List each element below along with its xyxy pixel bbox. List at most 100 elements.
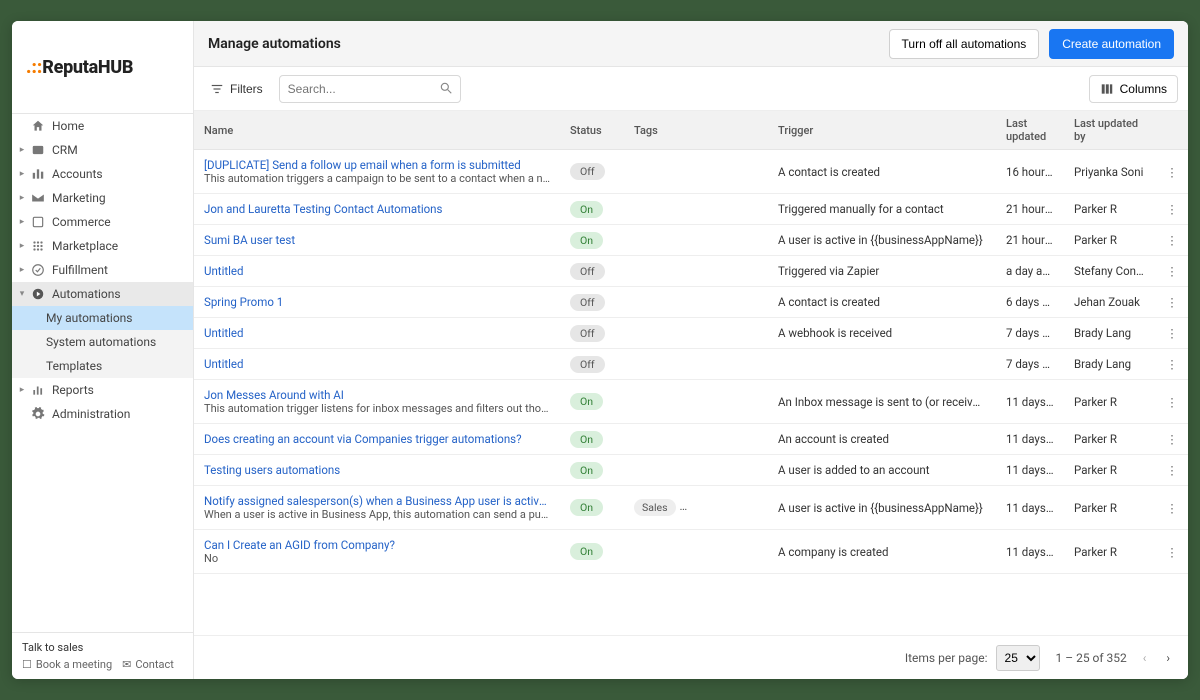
automation-description: No xyxy=(204,552,550,565)
filters-button[interactable]: Filters xyxy=(204,78,269,100)
crm-icon xyxy=(28,143,48,157)
automation-title-link[interactable]: Sumi BA user test xyxy=(204,233,550,247)
logo: .:: ReputaHUB xyxy=(12,21,193,113)
row-menu-button[interactable]: ⋮ xyxy=(1156,318,1188,349)
col-menu xyxy=(1156,111,1188,150)
logo-mark: .:: xyxy=(26,57,42,78)
sidebar-sub-templates[interactable]: Templates xyxy=(12,354,193,378)
automation-title-link[interactable]: Does creating an account via Companies t… xyxy=(204,432,550,446)
automation-title-link[interactable]: Untitled xyxy=(204,357,550,371)
row-menu-button[interactable]: ⋮ xyxy=(1156,424,1188,455)
automation-title-link[interactable]: Testing users automations xyxy=(204,463,550,477)
updated-by-cell: Parker R xyxy=(1064,424,1156,455)
row-menu-button[interactable]: ⋮ xyxy=(1156,256,1188,287)
status-pill: Off xyxy=(570,263,605,280)
status-pill: Off xyxy=(570,325,605,342)
updated-by-cell: Parker R xyxy=(1064,455,1156,486)
next-page-button[interactable]: › xyxy=(1162,647,1174,669)
automation-title-link[interactable]: Spring Promo 1 xyxy=(204,295,550,309)
tags-cell xyxy=(624,150,768,194)
sidebar-item-accounts[interactable]: ▸ Accounts xyxy=(12,162,193,186)
accounts-icon xyxy=(28,167,48,181)
trigger-cell: A user is active in {{businessAppName}} xyxy=(768,486,996,530)
book-meeting-link[interactable]: ☐ Book a meeting xyxy=(22,658,112,671)
sidebar-nav: Home ▸ CRM ▸ Accounts ▸ Marketing xyxy=(12,113,193,632)
trigger-cell: Triggered manually for a contact xyxy=(768,194,996,225)
sidebar-item-commerce[interactable]: ▸ Commerce xyxy=(12,210,193,234)
automation-title-link[interactable]: Notify assigned salesperson(s) when a Bu… xyxy=(204,494,550,508)
row-menu-button[interactable]: ⋮ xyxy=(1156,380,1188,424)
updated-by-cell: Parker R xyxy=(1064,530,1156,574)
sidebar-sub-system-automations[interactable]: System automations xyxy=(12,330,193,354)
row-menu-button[interactable]: ⋮ xyxy=(1156,455,1188,486)
sidebar-item-automations[interactable]: ▾ Automations xyxy=(12,282,193,306)
automation-title-link[interactable]: Untitled xyxy=(204,326,550,340)
row-menu-button[interactable]: ⋮ xyxy=(1156,349,1188,380)
sidebar-item-reports[interactable]: ▸ Reports xyxy=(12,378,193,402)
search-wrap xyxy=(279,75,461,103)
sidebar-item-marketplace[interactable]: ▸ Marketplace xyxy=(12,234,193,258)
updated-by-cell: Parker R xyxy=(1064,194,1156,225)
sidebar-item-home[interactable]: Home xyxy=(12,114,193,138)
chevron-right-icon: ▸ xyxy=(16,217,28,227)
updated-cell: 7 days ago xyxy=(996,318,1064,349)
automation-title-link[interactable]: Jon Messes Around with AI xyxy=(204,388,550,402)
logo-text: ReputaHUB xyxy=(42,57,133,78)
tag[interactable]: BusinessApp xyxy=(680,499,757,516)
updated-by-cell: Jehan Zouak xyxy=(1064,287,1156,318)
automation-title-link[interactable]: Jon and Lauretta Testing Contact Automat… xyxy=(204,202,550,216)
tags-cell xyxy=(624,455,768,486)
table-row: Sumi BA user test On A user is active in… xyxy=(194,225,1188,256)
table-row: Jon Messes Around with AI This automatio… xyxy=(194,380,1188,424)
tag[interactable]: +1 xyxy=(761,499,768,516)
table-wrap[interactable]: Name Status Tags Trigger Last updated La… xyxy=(194,111,1188,635)
tag[interactable]: Sales xyxy=(634,499,676,516)
contact-link[interactable]: ✉ Contact xyxy=(122,658,174,671)
marketplace-icon xyxy=(28,239,48,253)
create-automation-button[interactable]: Create automation xyxy=(1049,29,1174,59)
row-menu-button[interactable]: ⋮ xyxy=(1156,225,1188,256)
row-menu-button[interactable]: ⋮ xyxy=(1156,194,1188,225)
status-pill: Off xyxy=(570,356,605,373)
trigger-cell: An Inbox message is sent to (or received… xyxy=(768,380,996,424)
row-menu-button[interactable]: ⋮ xyxy=(1156,287,1188,318)
table-row: Untitled Off A webhook is received 7 day… xyxy=(194,318,1188,349)
automation-title-link[interactable]: [DUPLICATE] Send a follow up email when … xyxy=(204,158,550,172)
automation-title-link[interactable]: Can I Create an AGID from Company? xyxy=(204,538,550,552)
sidebar-footer: Talk to sales ☐ Book a meeting ✉ Contact xyxy=(12,632,193,679)
automation-title-link[interactable]: Untitled xyxy=(204,264,550,278)
sidebar: .:: ReputaHUB Home ▸ CRM ▸ Accounts xyxy=(12,21,194,679)
row-menu-button[interactable]: ⋮ xyxy=(1156,486,1188,530)
sidebar-sub-my-automations[interactable]: My automations xyxy=(12,306,193,330)
sidebar-item-crm[interactable]: ▸ CRM xyxy=(12,138,193,162)
sidebar-item-label: Marketplace xyxy=(48,239,118,253)
col-last-updated-by[interactable]: Last updated by xyxy=(1064,111,1156,150)
col-last-updated[interactable]: Last updated xyxy=(996,111,1064,150)
commerce-icon xyxy=(28,215,48,229)
col-trigger[interactable]: Trigger xyxy=(768,111,996,150)
columns-button[interactable]: Columns xyxy=(1089,75,1178,103)
automations-table: Name Status Tags Trigger Last updated La… xyxy=(194,111,1188,574)
col-name[interactable]: Name xyxy=(194,111,560,150)
status-pill: Off xyxy=(570,294,605,311)
main-content: Manage automations Turn off all automati… xyxy=(194,21,1188,679)
updated-cell: 11 days ago xyxy=(996,486,1064,530)
fulfillment-icon xyxy=(28,263,48,277)
sidebar-item-label: Accounts xyxy=(48,167,103,181)
prev-page-button[interactable]: ‹ xyxy=(1139,647,1151,669)
col-tags[interactable]: Tags xyxy=(624,111,768,150)
row-menu-button[interactable]: ⋮ xyxy=(1156,530,1188,574)
sidebar-item-administration[interactable]: Administration xyxy=(12,402,193,426)
search-input[interactable] xyxy=(279,75,461,103)
row-menu-button[interactable]: ⋮ xyxy=(1156,150,1188,194)
marketing-icon xyxy=(28,191,48,205)
sidebar-item-marketing[interactable]: ▸ Marketing xyxy=(12,186,193,210)
turn-off-all-button[interactable]: Turn off all automations xyxy=(889,29,1040,59)
sidebar-item-fulfillment[interactable]: ▸ Fulfillment xyxy=(12,258,193,282)
tags-cell xyxy=(624,424,768,455)
items-per-page-label: Items per page: xyxy=(905,651,988,665)
items-per-page-select[interactable]: 25 xyxy=(996,645,1040,671)
sidebar-group-automations: ▾ Automations My automations System auto… xyxy=(12,282,193,378)
col-status[interactable]: Status xyxy=(560,111,624,150)
trigger-cell: A user is added to an account xyxy=(768,455,996,486)
